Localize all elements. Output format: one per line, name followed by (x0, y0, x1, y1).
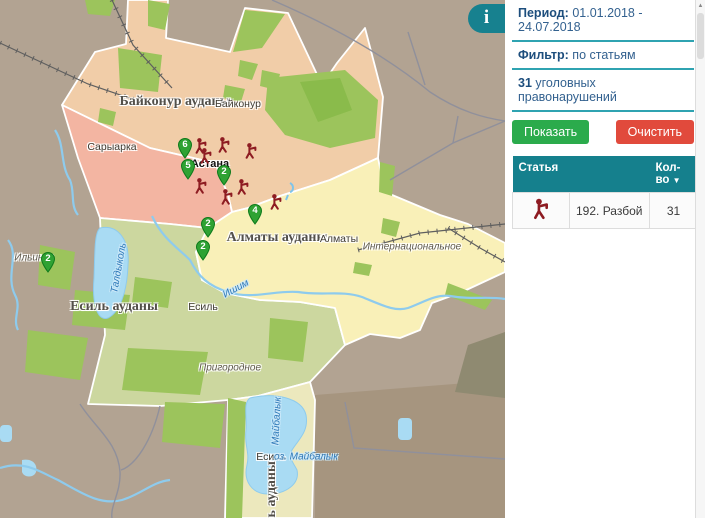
cluster-pin[interactable]: 2 (200, 216, 216, 238)
map-label-city: Сарыарка (87, 141, 136, 153)
cluster-pin[interactable]: 2 (195, 239, 211, 261)
cluster-pin-count: 2 (216, 166, 232, 177)
scrollbar-thumb[interactable] (697, 13, 704, 59)
map-label-village: Пригородное (199, 363, 261, 374)
cluster-pin[interactable]: 2 (216, 164, 232, 186)
crime-marker-icon[interactable] (199, 148, 213, 164)
period-label: Период: (518, 6, 569, 20)
map-label-water: Майбалык (270, 397, 284, 446)
crime-marker-icon[interactable] (217, 137, 231, 153)
table-row[interactable]: 192. Разбой 31 (513, 193, 698, 229)
count-value: 31 (518, 76, 532, 90)
count-row: 31 уголовных правонарушений (512, 70, 694, 112)
cluster-pin-count: 6 (177, 139, 193, 150)
filter-label: Фильтр: (518, 48, 569, 62)
map-label-village: Интернациональное (363, 242, 462, 253)
cluster-pin-count: 2 (200, 218, 216, 229)
crime-type-icon-cell (513, 193, 570, 229)
filter-value[interactable]: по статьям (572, 48, 635, 62)
crime-map-app: Байконур ауданы Алматы ауданы Есиль ауданы… (0, 0, 705, 518)
crime-marker-icon[interactable] (269, 194, 283, 210)
column-count[interactable]: Кол-во ▼ (650, 156, 698, 193)
info-button[interactable]: i (468, 4, 505, 33)
cluster-pin-count: 2 (40, 253, 56, 264)
show-button[interactable]: Показать (512, 120, 589, 144)
clear-button[interactable]: Очистить (616, 120, 694, 144)
map-label-water: Ишим (221, 278, 251, 301)
article-count: 31 (650, 193, 698, 229)
sort-desc-icon: ▼ (673, 176, 681, 185)
cluster-pin-count: 4 (247, 205, 263, 216)
cluster-pin[interactable]: 2 (40, 251, 56, 273)
cluster-pin[interactable]: 6 (177, 137, 193, 159)
map-label-district: Байконур ауданы (119, 94, 230, 110)
map-overlay: Байконур ауданы Алматы ауданы Есиль ауданы… (0, 0, 505, 518)
cluster-pin[interactable]: 4 (247, 203, 263, 225)
crime-marker-icon[interactable] (244, 143, 258, 159)
cluster-pin[interactable]: 5 (180, 158, 196, 180)
map-label-district: Есиль ауданы (264, 461, 280, 518)
crimes-table: Статья Кол-во ▼ 192. Разбой 31 (512, 156, 698, 229)
period-row: Период: 01.01.2018 - 24.07.2018 (512, 0, 694, 42)
map-label-city: Байконур (215, 98, 261, 110)
map-label-water: оз. Майбалык (274, 452, 338, 463)
map-canvas[interactable]: Байконур ауданы Алматы ауданы Есиль ауданы… (0, 0, 505, 518)
crime-marker-icon[interactable] (220, 189, 234, 205)
map-label-city: Есиль (188, 301, 218, 313)
article-name: 192. Разбой (570, 193, 650, 229)
cluster-pin-count: 2 (195, 241, 211, 252)
crime-marker-icon[interactable] (236, 179, 250, 195)
map-label-district: Есиль ауданы (70, 299, 158, 315)
column-article[interactable]: Статья (513, 156, 650, 193)
filter-row: Фильтр: по статьям (512, 42, 694, 70)
map-label-district: Алматы ауданы (227, 230, 328, 246)
filter-panel: Период: 01.01.2018 - 24.07.2018 Фильтр: … (505, 0, 705, 518)
scrollbar-up-icon[interactable]: ▲ (696, 0, 705, 9)
robber-icon (532, 198, 550, 220)
count-text: уголовных правонарушений (518, 76, 617, 104)
panel-scrollbar[interactable]: ▲ (695, 0, 705, 518)
buttons-row: Показать Очистить (512, 120, 694, 144)
map-label-city: Алматы (320, 233, 358, 245)
map-label-water: Талдыколь (109, 242, 129, 294)
cluster-pin-count: 5 (180, 160, 196, 171)
crimes-table-header: Статья Кол-во ▼ (513, 156, 698, 193)
crime-marker-icon[interactable] (194, 178, 208, 194)
